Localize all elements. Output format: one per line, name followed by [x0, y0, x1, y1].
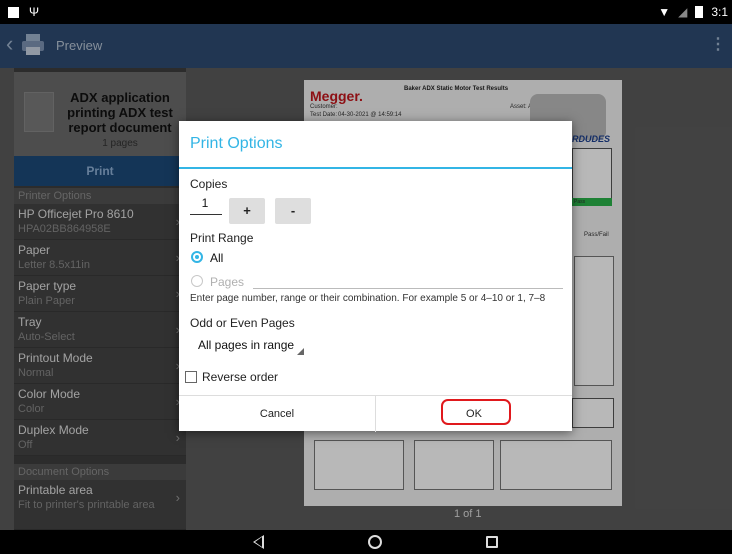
clock: 3:1 — [711, 5, 728, 19]
status-bar: Ψ ▼ ◢ 3:1 — [0, 0, 732, 24]
dialog-button-row: Cancel OK — [179, 395, 572, 432]
range-pages-radio[interactable] — [191, 275, 203, 287]
range-pages-label[interactable]: Pages — [210, 275, 244, 289]
signal-icon: ◢ — [678, 5, 688, 19]
dialog-title: Print Options — [190, 135, 283, 152]
dropdown-arrow-icon — [297, 348, 304, 355]
usb-icon: Ψ — [29, 5, 40, 19]
odd-even-label: Odd or Even Pages — [190, 316, 295, 330]
nav-home-icon[interactable] — [368, 535, 382, 549]
decrease-copies-button[interactable]: - — [275, 198, 311, 224]
wifi-icon: ▼ — [658, 5, 671, 19]
print-options-dialog: Print Options Copies 1 + - Print Range A… — [179, 121, 572, 432]
reverse-order-label[interactable]: Reverse order — [202, 370, 278, 384]
copies-input[interactable]: 1 — [190, 196, 220, 210]
navigation-bar — [0, 530, 732, 554]
copies-label: Copies — [190, 177, 228, 191]
dialog-divider — [179, 167, 572, 169]
tablet-screen: Ψ ▼ ◢ 3:1 ‹ Preview ⋮ ADX application pr… — [0, 0, 732, 554]
nav-recent-apps-icon[interactable] — [486, 536, 498, 548]
nav-back-icon[interactable] — [253, 535, 264, 549]
copies-input-underline — [190, 214, 222, 215]
range-all-radio[interactable] — [191, 251, 203, 263]
pages-input[interactable] — [253, 273, 563, 289]
range-all-label[interactable]: All — [210, 251, 223, 265]
notification-icon — [8, 6, 19, 18]
reverse-order-checkbox[interactable] — [185, 371, 197, 383]
print-range-label: Print Range — [190, 231, 254, 245]
ok-highlight-annotation — [441, 399, 511, 425]
cancel-button[interactable]: Cancel — [179, 396, 375, 432]
range-hint: Enter page number, range or their combin… — [190, 293, 546, 304]
odd-even-select[interactable]: All pages in range — [190, 335, 308, 357]
increase-copies-button[interactable]: + — [229, 198, 265, 224]
battery-icon — [695, 6, 704, 18]
